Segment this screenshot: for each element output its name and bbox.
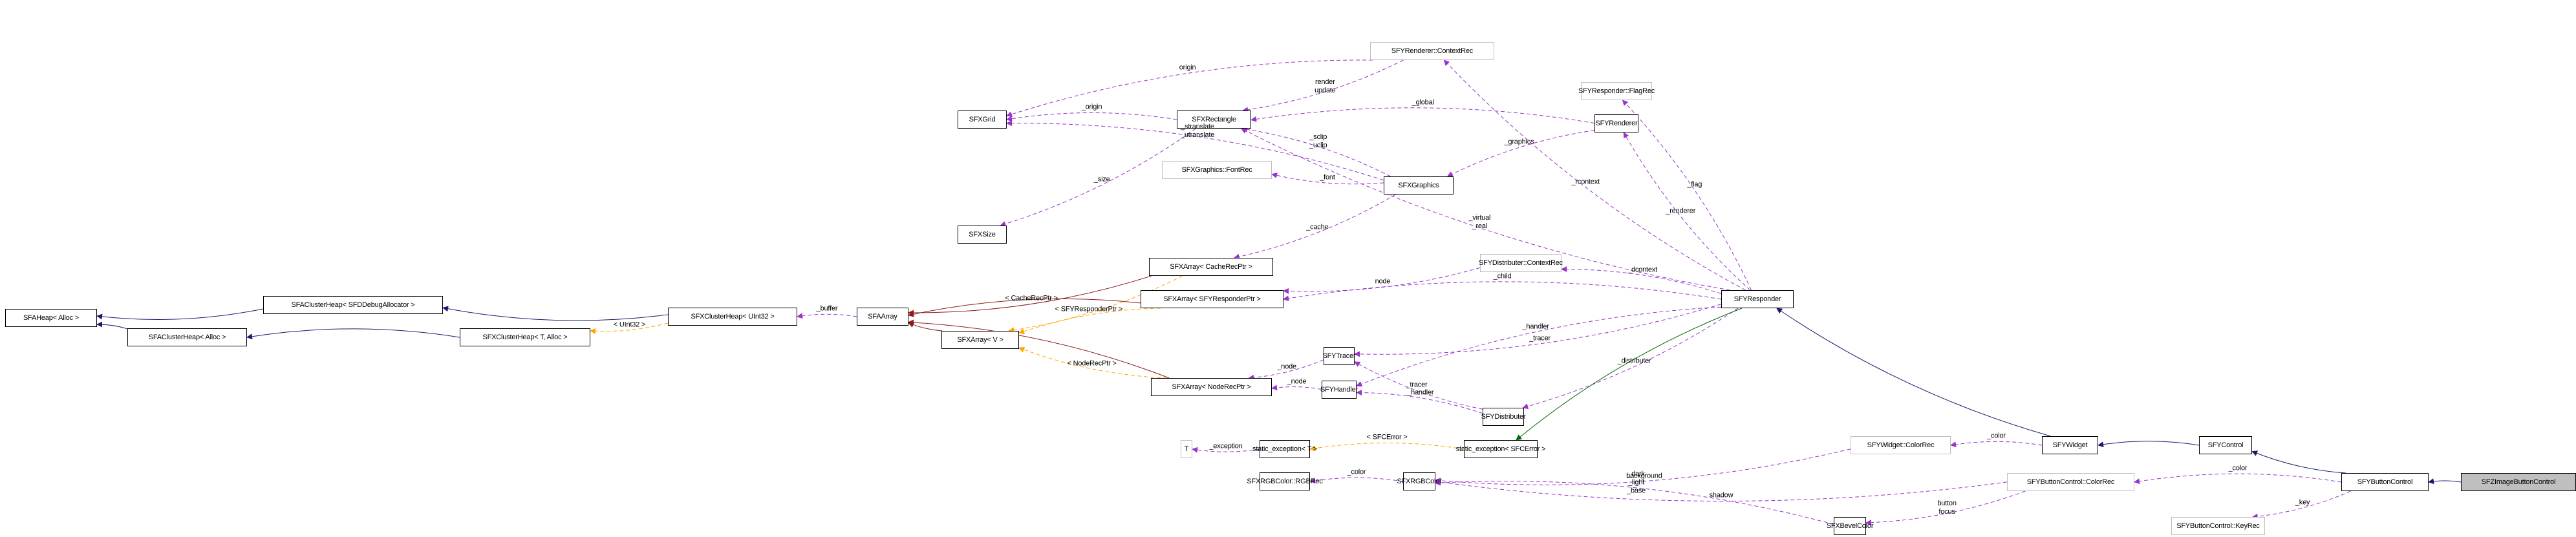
edge-label: _key xyxy=(2295,498,2310,507)
class-node-sfycontrol[interactable]: SFYControl xyxy=(2199,436,2252,454)
class-node-sfxrgbcolor[interactable]: SFXRGBColor xyxy=(1397,472,1442,490)
class-node-sfyresponder[interactable]: SFYResponder xyxy=(1721,290,1794,308)
edge-public-inheritance xyxy=(2428,478,2462,485)
edge-label: _cache xyxy=(1306,223,1329,231)
class-node-sfxbevelcolor[interactable]: SFXBevelColor xyxy=(1827,517,1874,535)
edge-label: render update xyxy=(1315,78,1336,94)
class-node-sfxgraphics[interactable]: SFXGraphics xyxy=(1384,176,1454,195)
edge-label: _color xyxy=(2228,464,2248,472)
class-node-distcontextrec[interactable]: SFYDistributer::ContextRec xyxy=(1479,254,1563,272)
edge-usage xyxy=(1309,477,1404,484)
edge-label: < SFCError > xyxy=(1366,433,1408,441)
edge-usage xyxy=(1271,384,1322,391)
edge-public-inheritance xyxy=(246,328,460,340)
class-node-flagrec[interactable]: SFYResponder::FlagRec xyxy=(1578,82,1655,100)
class-node-sfxarraycache[interactable]: SFXArray< CacheRecPtr > xyxy=(1149,258,1273,276)
edge-label: _handler xyxy=(1407,388,1434,397)
edge-label: _rcontext xyxy=(1571,178,1600,186)
edge-label: _global xyxy=(1411,98,1434,107)
class-node-staticexct[interactable]: static_exception< T > xyxy=(1252,440,1317,458)
edge-label: _virtual _real xyxy=(1468,214,1491,231)
class-node-sfzimagebuttoncontrol[interactable]: SFZImageButtonControl xyxy=(2461,473,2576,491)
edge-label: _dark _light _base xyxy=(1627,470,1646,495)
edge-label: _tracer xyxy=(1529,334,1551,342)
edge-usage xyxy=(1622,100,1752,291)
edge-public-inheritance xyxy=(96,308,264,320)
edge-public-inheritance xyxy=(2098,441,2200,448)
edge-usage xyxy=(1250,107,1595,124)
edge-usage xyxy=(2134,473,2342,485)
edge-label: < UInt32 > xyxy=(613,321,646,329)
edge-label: button focus xyxy=(1937,500,1957,516)
edge-usage xyxy=(1006,112,1177,122)
class-node-staticexcerr[interactable]: static_exception< SFCError > xyxy=(1456,440,1546,458)
edge-public-inheritance xyxy=(1776,308,2051,437)
class-node-sfxclusterheapt[interactable]: SFXClusterHeap< T, Alloc > xyxy=(460,328,590,346)
edge-label: shadow xyxy=(1709,491,1733,500)
class-node-sfxclusterheapu32[interactable]: SFXClusterHeap< UInt32 > xyxy=(668,308,797,326)
class-node-sfaheap[interactable]: SFAHeap< Alloc > xyxy=(5,309,97,327)
edge-protected-inheritance xyxy=(1516,308,1743,441)
edge-public-inheritance xyxy=(96,321,128,330)
edge-public-inheritance xyxy=(442,306,669,321)
class-node-sfaclusterheap[interactable]: SFAClusterHeap< Alloc > xyxy=(127,328,247,346)
class-node-sfydistributer[interactable]: SFYDistributer xyxy=(1481,408,1526,426)
class-node-keyrec[interactable]: SFYButtonControl::KeyRec xyxy=(2171,517,2265,535)
edge-template-instance xyxy=(1309,442,1465,452)
edge-label: _sclip _uclip xyxy=(1309,132,1327,149)
edge-label: _graphics xyxy=(1504,138,1534,146)
class-node-sfxgrid[interactable]: SFXGrid xyxy=(958,111,1007,129)
edge-label: _color xyxy=(1987,432,2006,440)
class-node-fontrec[interactable]: SFXGraphics::FontRec xyxy=(1162,161,1272,179)
edge-label: < CacheRecPtr > xyxy=(1005,294,1058,302)
class-node-rgbrec[interactable]: SFXRGBColor::RGBRec xyxy=(1247,472,1323,490)
edge-label: _node xyxy=(1277,363,1296,371)
edge-label: _stranslate _utranslate xyxy=(1180,123,1215,140)
class-node-sfytracer[interactable]: SFYTracer xyxy=(1323,347,1356,365)
class-node-sfxarrayv[interactable]: SFXArray< V > xyxy=(941,331,1019,349)
class-node-btncolorrec[interactable]: SFYButtonControl::ColorRec xyxy=(2007,473,2134,491)
edge-usage xyxy=(1356,306,1722,387)
class-node-renderercontextrec[interactable]: SFYRenderer::ContextRec xyxy=(1370,42,1494,60)
class-node-sfaarray[interactable]: SFAArray xyxy=(857,308,908,326)
edge-label: _flag xyxy=(1687,180,1702,189)
class-node-sfaclusterheapdbg[interactable]: SFAClusterHeap< SFDDebugAllocator > xyxy=(263,296,443,314)
class-node-sfxarrayresp[interactable]: SFXArray< SFYResponderPtr > xyxy=(1141,290,1283,308)
edge-label: _exception xyxy=(1209,442,1243,450)
edge-label: < NodeRecPtr > xyxy=(1067,359,1117,368)
edge-usage xyxy=(1950,441,2043,448)
edge-label: origin xyxy=(1179,63,1196,72)
class-node-sfyhandler[interactable]: SFYHandler xyxy=(1320,381,1358,399)
edge-label: node xyxy=(1375,277,1391,286)
edge-label: < SFYResponderPtr > xyxy=(1055,305,1123,313)
class-node-widgetcolorrec[interactable]: SFYWidget::ColorRec xyxy=(1851,436,1951,454)
class-node-t[interactable]: T xyxy=(1181,440,1192,458)
edge-usage xyxy=(797,313,857,319)
class-node-sfybuttoncontrol[interactable]: SFYButtonControl xyxy=(2341,473,2429,491)
class-node-sfxsize[interactable]: SFXSize xyxy=(958,226,1007,244)
class-node-sfxarraynode[interactable]: SFXArray< NodeRecPtr > xyxy=(1151,378,1272,396)
edge-label: _child xyxy=(1493,272,1512,280)
edge-label: _size xyxy=(1093,175,1110,184)
edge-label: _renderer xyxy=(1666,207,1696,215)
edge-label: _buffer xyxy=(816,304,838,313)
edge-label: _node xyxy=(1287,377,1307,386)
edge-label: _distributer xyxy=(1617,357,1651,365)
edge-label: _font xyxy=(1320,173,1335,182)
class-node-sfyrenderer[interactable]: SFYRenderer xyxy=(1594,114,1638,132)
edge-label: _origin xyxy=(1081,103,1102,111)
edge-public-inheritance xyxy=(2251,450,2346,474)
edge-label: _dcontext xyxy=(1627,266,1657,274)
class-node-sfywidget[interactable]: SFYWidget xyxy=(2042,436,2098,454)
edge-label: _color xyxy=(1347,468,1366,476)
edge-label: _handler xyxy=(1522,322,1549,331)
edge-usage xyxy=(1446,130,1595,177)
